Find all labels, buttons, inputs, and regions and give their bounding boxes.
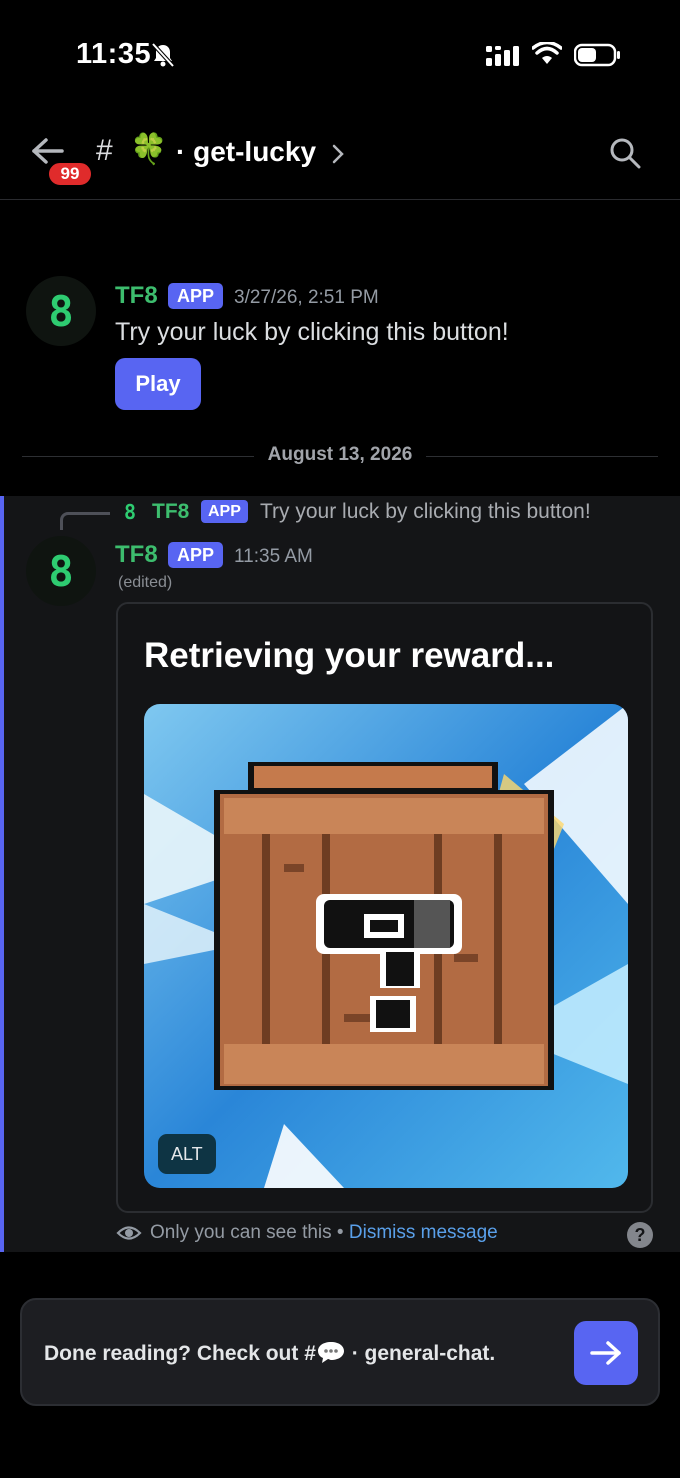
app-tag: APP bbox=[168, 283, 224, 309]
message-timestamp: 3/27/26, 2:51 PM bbox=[234, 287, 379, 308]
date-divider-label: August 13, 2026 bbox=[253, 444, 427, 465]
reply-preview-text[interactable]: Try your luck by clicking this button! bbox=[260, 500, 591, 524]
message-text: Try your luck by clicking this button! bbox=[115, 318, 509, 346]
alt-text-button[interactable]: ALT bbox=[158, 1134, 216, 1174]
reply-app-tag: APP bbox=[201, 500, 248, 523]
message-author[interactable]: TF8 bbox=[115, 282, 158, 310]
channel-header: 99 # 🍀 · get-lucky bbox=[0, 110, 680, 200]
dismiss-message-link[interactable]: Dismiss message bbox=[349, 1222, 498, 1244]
wifi-icon bbox=[532, 42, 562, 64]
channel-name[interactable]: · get-lucky bbox=[176, 136, 316, 168]
play-button[interactable]: Play bbox=[115, 358, 201, 410]
edited-label: (edited) bbox=[118, 574, 173, 591]
unread-badge: 99 bbox=[46, 160, 94, 188]
speech-bubble-icon bbox=[317, 1342, 344, 1363]
bell-off-icon bbox=[151, 42, 175, 68]
status-time: 11:35 bbox=[76, 38, 152, 70]
search-icon[interactable] bbox=[608, 136, 642, 170]
next-channel-prefix: Done reading? Check out # bbox=[44, 1342, 316, 1365]
reply-avatar: 8 bbox=[123, 500, 137, 524]
eye-icon bbox=[116, 1226, 142, 1240]
battery-icon bbox=[574, 43, 620, 67]
reply-connector bbox=[60, 512, 110, 530]
app-tag: APP bbox=[168, 542, 224, 568]
ephemeral-notice-text: Only you can see this bbox=[150, 1222, 332, 1243]
notice-separator: • bbox=[331, 1222, 349, 1243]
channel-hash-icon: # bbox=[96, 134, 113, 167]
help-icon[interactable]: ? bbox=[627, 1222, 653, 1248]
date-divider: August 13, 2026 bbox=[0, 444, 680, 466]
go-to-channel-button[interactable] bbox=[574, 1321, 638, 1385]
mystery-crate-image[interactable]: ALT bbox=[144, 704, 628, 1188]
avatar[interactable]: 8 bbox=[26, 276, 96, 346]
reply-author[interactable]: TF8 bbox=[152, 500, 189, 524]
message-author[interactable]: TF8 bbox=[115, 541, 158, 569]
ephemeral-notice: Only you can see this • Dismiss message bbox=[116, 1222, 498, 1244]
arrow-right-icon bbox=[590, 1341, 621, 1365]
next-channel-name: · general-chat. bbox=[345, 1342, 496, 1365]
avatar[interactable]: 8 bbox=[26, 536, 96, 606]
status-bar: 11:35 bbox=[0, 0, 680, 110]
mystery-crate-illustration bbox=[144, 704, 628, 1188]
embed-title: Retrieving your reward... bbox=[144, 636, 555, 675]
message-embed: Retrieving your reward... ALT bbox=[116, 602, 653, 1213]
chevron-right-icon[interactable] bbox=[330, 142, 346, 166]
discord-channel-screen: 11:35 99 # 🍀 · get-lucky 8 TF8 APP 3/27/… bbox=[0, 0, 680, 1478]
channel-emoji: 🍀 bbox=[130, 133, 168, 166]
cellular-signal-icon bbox=[486, 46, 519, 66]
next-channel-text: Done reading? Check out # · general-chat… bbox=[44, 1340, 495, 1366]
message-timestamp: 11:35 AM bbox=[234, 546, 313, 567]
next-channel-card[interactable]: Done reading? Check out # · general-chat… bbox=[20, 1298, 660, 1406]
